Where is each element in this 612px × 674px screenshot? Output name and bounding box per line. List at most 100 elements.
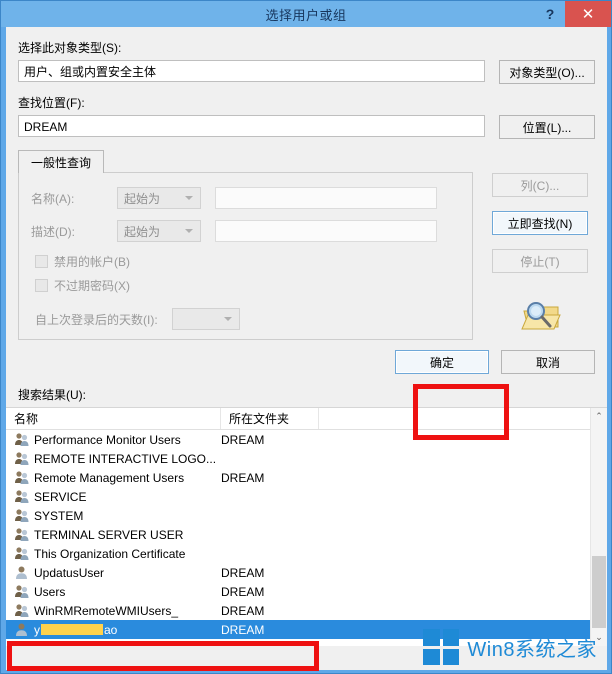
result-name-cell: UpdatusUser: [14, 565, 221, 580]
query-name-input[interactable]: [215, 187, 437, 209]
group-icon: [15, 452, 29, 465]
result-name-cell: Remote Management Users: [14, 470, 221, 485]
result-name-cell: SERVICE: [14, 489, 221, 504]
days-since-logon-select[interactable]: [171, 308, 240, 330]
result-name-text: Performance Monitor Users: [34, 432, 181, 447]
tab-strip: 一般性查询: [18, 149, 473, 173]
column-header-name[interactable]: 名称: [6, 408, 221, 429]
group-icon: [15, 585, 29, 598]
result-name-text: y ao: [34, 622, 118, 637]
close-icon[interactable]: ✕: [565, 1, 611, 27]
cancel-button[interactable]: 取消: [501, 350, 595, 374]
window-title: 选择用户或组: [265, 7, 347, 23]
result-name-text: This Organization Certificate: [34, 546, 186, 561]
object-type-input[interactable]: 用户、组或内置安全主体: [18, 60, 485, 82]
find-now-button[interactable]: 立即查找(N): [492, 211, 588, 235]
query-description-operator-select[interactable]: 起始为: [117, 220, 201, 242]
table-row[interactable]: Remote Management Users DREAM: [6, 468, 607, 487]
group-icon: [15, 547, 29, 560]
top-pane: 选择此对象类型(S): 用户、组或内置安全主体 对象类型(O)... 查找位置(…: [6, 27, 607, 139]
result-name-text: Remote Management Users: [34, 470, 185, 485]
query-name-operator-value: 起始为: [124, 191, 161, 206]
object-type-row: 用户、组或内置安全主体 对象类型(O)...: [18, 60, 595, 84]
query-description-input[interactable]: [215, 220, 437, 242]
windows-logo-icon: [423, 629, 460, 665]
result-folder-cell: DREAM: [221, 603, 265, 618]
user-icon: [16, 623, 27, 636]
result-name-text: TERMINAL SERVER USER: [34, 527, 184, 542]
query-name-operator-select[interactable]: 起始为: [117, 187, 201, 209]
scrollbar-thumb[interactable]: [592, 556, 606, 628]
stop-button[interactable]: 停止(T): [492, 249, 588, 273]
result-name-cell: WinRMRemoteWMIUsers_: [14, 603, 221, 618]
result-folder-cell: DREAM: [221, 470, 265, 485]
result-name-text: REMOTE INTERACTIVE LOGO...: [34, 451, 217, 466]
checkbox-box[interactable]: [35, 279, 48, 292]
object-types-button[interactable]: 对象类型(O)...: [499, 60, 595, 84]
checkbox-box[interactable]: [35, 255, 48, 268]
table-row[interactable]: This Organization Certificate: [6, 544, 607, 563]
location-input[interactable]: DREAM: [18, 115, 485, 137]
common-queries-panel: 名称(A): 起始为 描述(D): 起始为 禁用的帐户(B) 不过期密码(X) …: [18, 172, 473, 340]
result-name-cell: SYSTEM: [14, 508, 221, 523]
dialog-client-area: 选择此对象类型(S): 用户、组或内置安全主体 对象类型(O)... 查找位置(…: [6, 27, 607, 670]
result-folder-cell: DREAM: [221, 565, 265, 580]
result-name-cell: Performance Monitor Users: [14, 432, 221, 447]
chevron-down-icon: [223, 317, 232, 321]
location-row: DREAM 位置(L)...: [18, 115, 595, 139]
title-bar: 选择用户或组 ? ✕: [1, 1, 611, 27]
column-header-filler: [319, 408, 607, 429]
title-bar-buttons: ? ✕: [535, 1, 611, 27]
checkbox-disabled-accounts[interactable]: 禁用的帐户(B): [35, 253, 460, 270]
redaction-bar: [41, 623, 103, 635]
tab-common-queries[interactable]: 一般性查询: [18, 150, 105, 173]
table-row[interactable]: WinRMRemoteWMIUsers_ DREAM: [6, 601, 607, 620]
result-folder-cell: DREAM: [221, 622, 265, 637]
columns-button[interactable]: 列(C)...: [492, 173, 588, 197]
result-name-text: SERVICE: [34, 489, 87, 504]
search-results-label: 搜索结果(U):: [18, 388, 86, 402]
table-row[interactable]: UpdatusUser DREAM: [6, 563, 607, 582]
result-folder-cell: DREAM: [221, 432, 265, 447]
search-results-list[interactable]: 名称 所在文件夹 Performance Monitor Users DREAM R…: [6, 407, 607, 646]
query-description-operator-value: 起始为: [124, 224, 161, 239]
table-row[interactable]: Users DREAM: [6, 582, 607, 601]
group-icon: [15, 490, 29, 503]
result-name-cell: TERMINAL SERVER USER: [14, 527, 221, 542]
checkbox-non-expiring-password[interactable]: 不过期密码(X): [35, 277, 460, 294]
locations-button[interactable]: 位置(L)...: [499, 115, 595, 139]
vertical-scrollbar[interactable]: ⌃ ⌄: [590, 408, 607, 646]
checkbox-label: 禁用的帐户(B): [54, 255, 130, 269]
result-name-cell: Users: [14, 584, 221, 599]
tab-column: 一般性查询 名称(A): 起始为 描述(D): 起始为 禁用的帐户(B) 不过期…: [18, 149, 473, 340]
chevron-down-icon: [185, 196, 193, 200]
result-name-text: WinRMRemoteWMIUsers_: [34, 603, 179, 618]
checkbox-label: 不过期密码(X): [54, 279, 130, 293]
query-name-row: 名称(A): 起始为: [31, 187, 460, 209]
table-row[interactable]: Performance Monitor Users DREAM: [6, 430, 607, 449]
object-type-label: 选择此对象类型(S):: [18, 41, 122, 55]
list-rows: Performance Monitor Users DREAM REMOTE INT…: [6, 430, 607, 639]
list-header: 名称 所在文件夹: [6, 408, 607, 430]
ok-button[interactable]: 确定: [395, 350, 489, 374]
column-header-folder[interactable]: 所在文件夹: [221, 408, 319, 429]
group-icon: [15, 509, 29, 522]
result-name-cell: This Organization Certificate: [14, 546, 221, 561]
group-icon: [15, 528, 29, 541]
result-name-text: SYSTEM: [34, 508, 84, 523]
scroll-up-icon[interactable]: ⌃: [591, 408, 607, 425]
magnifier-folder-icon: [518, 297, 562, 338]
query-name-label: 名称(A):: [31, 191, 75, 206]
table-row[interactable]: SERVICE: [6, 487, 607, 506]
table-row[interactable]: SYSTEM: [6, 506, 607, 525]
dialog-action-buttons: 确定 取消: [6, 340, 607, 374]
result-name-cell: REMOTE INTERACTIVE LOGO...: [14, 451, 221, 466]
location-label: 查找位置(F):: [18, 96, 85, 110]
help-icon[interactable]: ?: [535, 1, 565, 27]
table-row[interactable]: TERMINAL SERVER USER: [6, 525, 607, 544]
select-users-or-groups-window: 选择用户或组 ? ✕ 选择此对象类型(S): 用户、组或内置安全主体 对象类型(…: [0, 0, 612, 674]
query-side-buttons: 列(C)... 立即查找(N) 停止(T): [485, 149, 595, 340]
table-row[interactable]: REMOTE INTERACTIVE LOGO...: [6, 449, 607, 468]
chevron-down-icon: [185, 229, 193, 233]
query-description-label: 描述(D):: [31, 224, 75, 239]
